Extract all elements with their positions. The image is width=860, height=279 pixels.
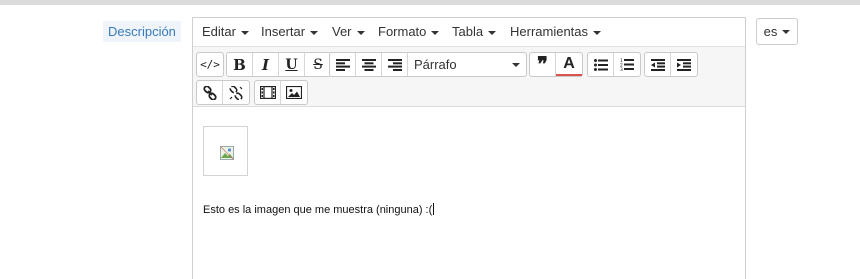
image-placeholder[interactable]	[203, 126, 248, 176]
menu-label: Tabla	[452, 24, 484, 39]
alignment-group: Párrafo	[329, 52, 527, 77]
menu-formato[interactable]: Formato	[378, 18, 440, 46]
format-select-value: Párrafo	[414, 57, 457, 72]
align-right-button[interactable]	[382, 53, 408, 76]
quote-color-group: ❞ A	[529, 52, 583, 77]
editor-content-area[interactable]: Esto es la imagen que me muestra (ningun…	[193, 107, 745, 279]
format-select[interactable]: Párrafo	[408, 53, 526, 76]
menu-label: Editar	[202, 24, 236, 39]
caret-down-icon	[593, 30, 602, 35]
language-label: es	[763, 24, 778, 39]
menu-label: Formato	[378, 24, 427, 39]
align-center-icon	[361, 58, 376, 71]
indent-button[interactable]	[671, 53, 697, 76]
media-group	[254, 80, 308, 105]
numbered-list-icon: 123	[620, 58, 634, 71]
rich-text-editor: Editar Insertar Ver Formato Tabla Herram…	[192, 17, 746, 279]
underline-button[interactable]: U	[279, 53, 305, 76]
menu-insertar[interactable]: Insertar	[261, 18, 319, 46]
insert-image-button[interactable]	[281, 81, 307, 104]
caret-down-icon	[782, 29, 791, 34]
editor-menubar: Editar Insertar Ver Formato Tabla Herram…	[193, 18, 745, 46]
link-icon	[202, 85, 217, 100]
text-color-button[interactable]: A	[556, 53, 582, 76]
caret-down-icon	[310, 30, 319, 35]
top-border	[0, 0, 860, 5]
align-left-button[interactable]	[330, 53, 356, 76]
source-code-button[interactable]: </>	[197, 53, 223, 76]
caret-down-icon	[488, 30, 497, 35]
numbered-list-button[interactable]: 123	[614, 53, 640, 76]
align-center-button[interactable]	[356, 53, 382, 76]
image-icon	[286, 86, 302, 99]
film-icon	[259, 86, 276, 99]
italic-button[interactable]: I	[253, 53, 279, 76]
link-group	[196, 80, 250, 105]
menu-herramientas[interactable]: Herramientas	[510, 18, 602, 46]
outdent-icon	[650, 58, 665, 71]
menu-editar[interactable]: Editar	[202, 18, 249, 46]
caret-down-icon	[356, 30, 365, 35]
strikethrough-button[interactable]: S	[305, 53, 331, 76]
bullet-list-icon	[593, 58, 608, 71]
menu-ver[interactable]: Ver	[332, 18, 365, 46]
indent-group	[644, 52, 698, 77]
caret-down-icon	[512, 62, 520, 67]
align-right-icon	[387, 58, 402, 71]
insert-video-button[interactable]	[255, 81, 281, 104]
text-cursor	[433, 203, 435, 215]
bold-button[interactable]: B	[227, 53, 253, 76]
svg-text:3: 3	[620, 67, 623, 71]
menu-label: Ver	[332, 24, 352, 39]
broken-image-icon	[220, 146, 234, 160]
bullet-list-button[interactable]	[588, 53, 614, 76]
caret-down-icon	[240, 30, 249, 35]
remove-link-button[interactable]	[223, 81, 249, 104]
list-group: 123	[587, 52, 641, 77]
unlink-icon	[229, 85, 243, 100]
text-style-group: B I U S	[226, 52, 332, 77]
editor-toolbar: </> B I U S Párrafo ❞ A 1 2 3	[193, 46, 745, 107]
menu-tabla[interactable]: Tabla	[452, 18, 497, 46]
description-label: Descripción	[103, 21, 181, 42]
menu-label: Herramientas	[510, 24, 589, 39]
blockquote-button[interactable]: ❞	[530, 53, 556, 76]
indent-icon	[677, 58, 691, 71]
paragraph-text: Esto es la imagen que me muestra (ningun…	[203, 204, 433, 216]
editor-paragraph: Esto es la imagen que me muestra (ningun…	[203, 203, 435, 216]
outdent-button[interactable]	[645, 53, 671, 76]
source-group: </>	[196, 52, 224, 77]
menu-label: Insertar	[261, 24, 306, 39]
caret-down-icon	[431, 30, 440, 35]
align-left-icon	[335, 58, 350, 71]
insert-link-button[interactable]	[197, 81, 223, 104]
language-dropdown[interactable]: es	[756, 18, 798, 45]
